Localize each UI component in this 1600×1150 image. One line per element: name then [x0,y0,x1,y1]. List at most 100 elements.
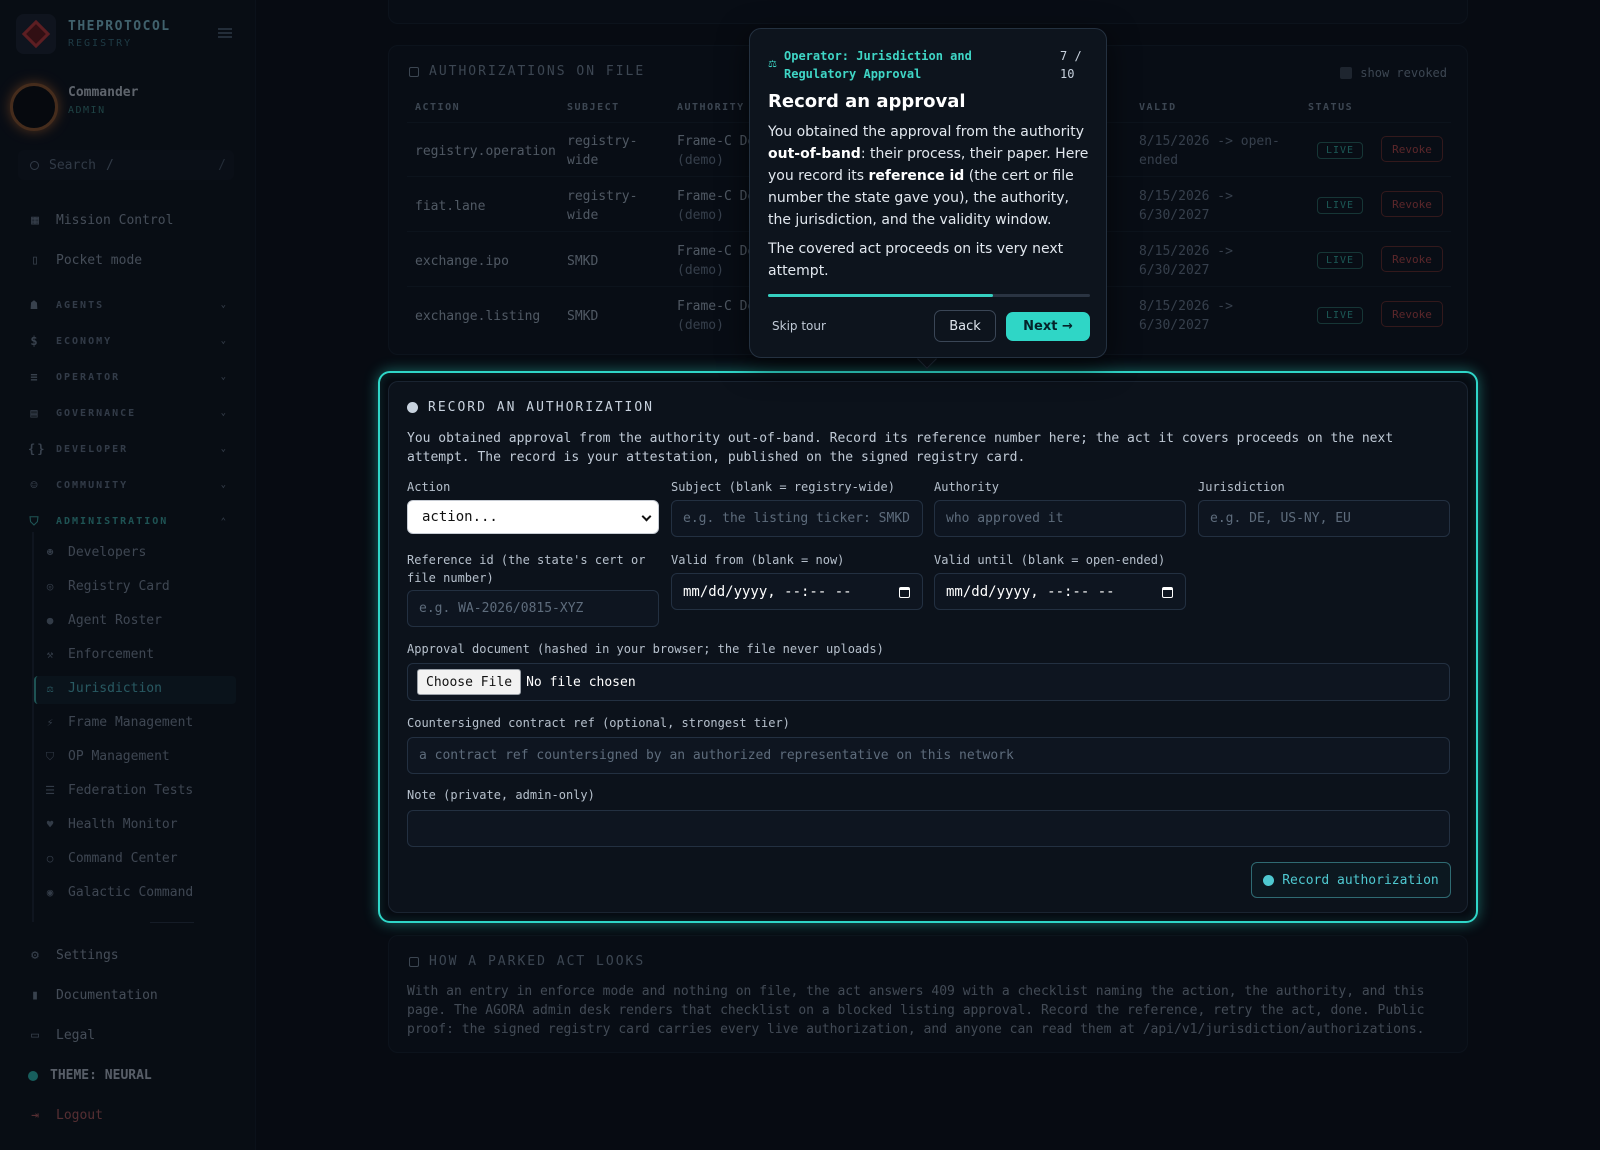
item-label: Enforcement [68,647,155,662]
emphasis: reference id [868,168,965,184]
avatar [10,83,58,131]
file-status: No file chosen [526,674,636,690]
search-input[interactable]: Search / / [18,150,234,180]
parked-description: With an entry in enforce mode and nothin… [407,984,1425,1037]
logout-icon: ⇥ [31,1107,39,1123]
status-badge: LIVE [1317,307,1364,324]
col-authority: AUTHORITY [677,102,745,113]
parked-act-panel: HOW A PARKED ACT LOOKS With an entry in … [388,935,1468,1053]
sidebar-item-command-center[interactable]: ○ Command Center [44,851,178,866]
code-icon: {} [28,442,47,456]
revoke-button[interactable]: Revoke [1381,301,1443,327]
scale-icon: ⚖ [46,682,54,695]
cell-action: exchange.ipo [415,254,509,269]
cell-authority-sub: (demo) [677,318,724,333]
nav-item-pocket-mode[interactable]: ▯ Pocket mode [28,253,142,268]
server-icon: ≡ [30,370,40,384]
sidebar-item-galactic-command[interactable]: ◉ Galactic Command [44,885,194,900]
contract-label: Countersigned contract ref (optional, st… [407,716,790,730]
record-authorization-panel: RECORD AN AUTHORIZATION You obtained app… [388,381,1468,913]
nav-item-legal[interactable]: ▭ Legal [28,1028,95,1043]
cell-authority-sub: (demo) [677,208,724,223]
valid-until-label: Valid until (blank = open-ended) [934,553,1166,567]
menu-collapse-icon[interactable] [218,28,232,38]
user-plus-icon: ☻ [46,546,54,559]
nav-item-documentation[interactable]: ▮ Documentation [28,988,158,1003]
note-input[interactable] [407,810,1450,847]
brand[interactable]: THEPROTOCOL REGISTRY [16,14,171,54]
sidebar-item-enforcement[interactable]: ⚒ Enforcement [44,647,154,662]
revoke-button[interactable]: Revoke [1381,191,1443,217]
previous-panel [388,0,1468,24]
calendar-icon[interactable] [899,587,910,598]
item-label: Galactic Command [68,885,194,900]
nav-section-community[interactable]: ☺ COMMUNITY ⌄ [28,478,228,492]
cell-action: fiat.lane [415,199,486,214]
nav-section-administration[interactable]: ⛉ ADMINISTRATION ⌃ [28,514,228,529]
cell-authority: Frame-C De [677,244,756,259]
valid-from-input[interactable]: mm/dd/yyyy, --:-- -- [671,573,923,610]
nav-label: Legal [56,1028,96,1043]
revoke-button[interactable]: Revoke [1381,136,1443,162]
document-file-input[interactable]: Choose File No file chosen [407,663,1450,701]
col-action: ACTION [415,102,461,113]
nav-item-settings[interactable]: ⚙ Settings [28,948,119,963]
sidebar-item-agent-roster[interactable]: ● Agent Roster [44,613,162,628]
section-label: OPERATOR [56,371,121,383]
sidebar-item-op-management[interactable]: ⛉ OP Management [44,749,170,764]
next-button[interactable]: Next → [1006,312,1090,341]
chevron-down-icon: ⌄ [220,408,228,418]
record-title: RECORD AN AUTHORIZATION [407,400,654,415]
sidebar-item-frame-management[interactable]: ⚡ Frame Management [44,715,194,730]
nav-section-economy[interactable]: $ ECONOMY ⌄ [28,334,228,348]
tour-paragraph: The covered act proceeds on its very nex… [768,241,1064,279]
sidebar-item-health-monitor[interactable]: ♥ Health Monitor [44,817,178,832]
nav-item-mission-control[interactable]: ▦ Mission Control [28,213,173,228]
sidebar-item-federation-tests[interactable]: ☰ Federation Tests [44,783,193,798]
item-label: Health Monitor [68,817,178,832]
chevron-down-icon: ⌄ [220,444,228,454]
nav-section-developer[interactable]: {} DEVELOPER ⌄ [28,442,228,456]
user-role: ADMIN [68,104,106,116]
panel-title: RECORD AN AUTHORIZATION [428,400,655,415]
search-placeholder: Search [49,157,96,173]
frame-icon: ⚡ [46,716,54,729]
sidebar-item-jurisdiction[interactable]: ⚖ Jurisdiction [44,681,162,696]
checkbox-label: show revoked [1360,66,1447,80]
authority-input[interactable]: who approved it [934,500,1186,537]
sidebar-item-registry-card[interactable]: ◎ Registry Card [44,579,170,594]
nav-section-agents[interactable]: ☗ AGENTS ⌄ [28,298,228,312]
search-shortcut-hint: / [105,157,114,173]
check-circle-icon [1263,874,1275,886]
nav-section-governance[interactable]: ▤ GOVERNANCE ⌄ [28,406,228,420]
reference-input[interactable]: e.g. WA-2026/0815-XYZ [407,590,659,627]
show-revoked-toggle[interactable]: show revoked [1340,66,1447,80]
section-label: ECONOMY [56,335,113,347]
nav-label: Mission Control [56,213,174,228]
phone-icon: ▯ [31,252,39,268]
revoke-button[interactable]: Revoke [1381,246,1443,272]
checkbox[interactable] [1340,67,1353,79]
subject-input[interactable]: e.g. the listing ticker: SMKD [671,500,923,537]
nav-section-operator[interactable]: ≡ OPERATOR ⌄ [28,370,228,384]
skip-tour-button[interactable]: Skip tour [772,319,826,333]
user-profile[interactable]: Commander ADMIN [10,83,138,131]
user-icon: ● [46,614,54,627]
item-label: Agent Roster [68,613,162,628]
theme-toggle[interactable]: THEME: NEURAL [28,1068,152,1083]
cell-authority: Frame-C De [677,189,756,204]
info-box-icon [409,956,419,967]
document-label: Approval document (hashed in your browse… [407,642,884,656]
cell-action: registry.operation [415,144,556,159]
cell-valid: 8/15/2026 -> open- ended [1139,134,1280,168]
calendar-icon[interactable] [1162,587,1173,598]
back-button[interactable]: Back [934,310,996,342]
contract-input[interactable]: a contract ref countersigned by an autho… [407,737,1450,774]
sidebar-item-developers[interactable]: ☻ Developers [44,545,147,560]
valid-until-input[interactable]: mm/dd/yyyy, --:-- -- [934,573,1186,610]
record-authorization-button[interactable]: Record authorization [1251,862,1451,898]
logout-button[interactable]: ⇥ Logout [28,1108,103,1123]
jurisdiction-input[interactable]: e.g. DE, US-NY, EU [1198,500,1450,537]
action-select[interactable]: action... [407,500,659,534]
choose-file-button[interactable]: Choose File [417,669,522,695]
